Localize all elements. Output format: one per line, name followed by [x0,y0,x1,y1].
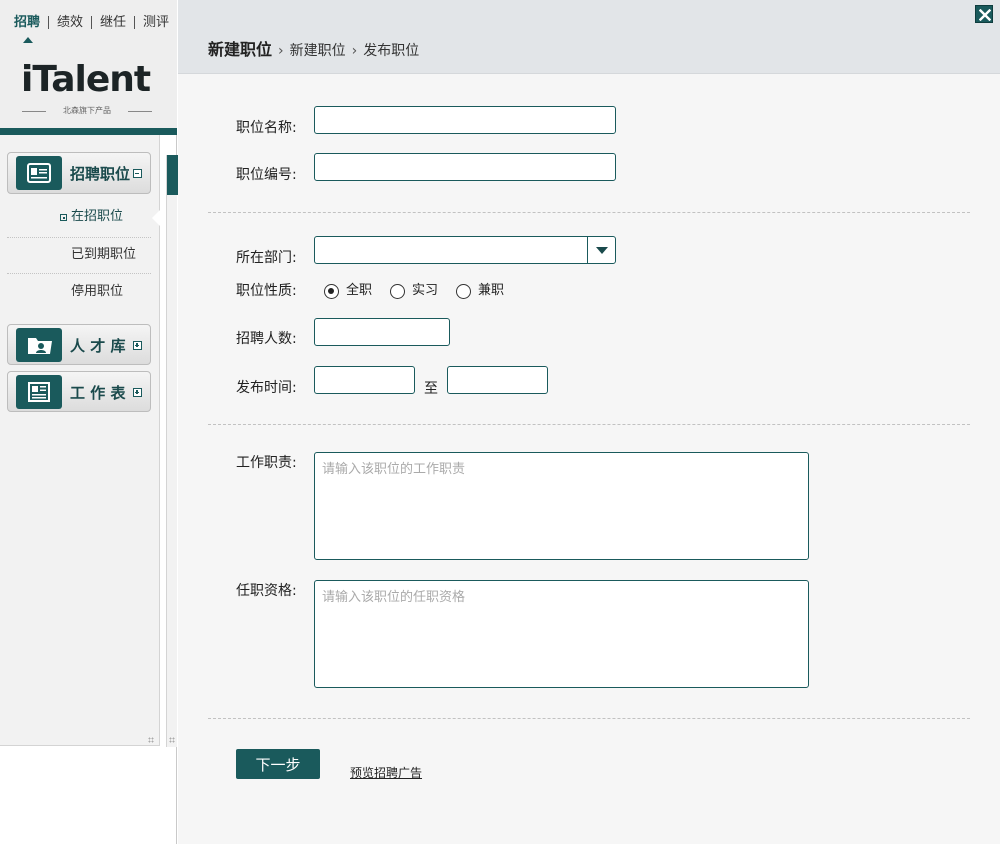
sidebar-item-label: 已到期职位 [71,247,137,262]
module-nav: 招聘 绩效 继任 测评 [0,0,177,44]
publish-start-input[interactable] [314,366,415,394]
page-title: 新建职位 [208,40,273,59]
radio-label: 全职 [346,283,373,298]
bullet-icon [60,214,67,221]
breadcrumb-step-2: 发布职位 [363,43,420,59]
chevron-down-icon[interactable] [587,237,615,263]
chevron-right-icon: › [351,43,358,59]
publish-end-input[interactable] [447,366,548,394]
id-card-icon [16,156,62,190]
position-code-label: 职位编号: [236,167,297,183]
position-code-input[interactable] [314,153,616,181]
radio-circle[interactable] [324,284,339,299]
department-select[interactable] [314,236,616,264]
qualifications-label: 任职资格: [236,583,297,599]
worksheet-icon [16,375,62,409]
chevron-right-icon: › [278,43,284,59]
department-label: 所在部门: [236,250,297,266]
position-nature-label: 职位性质: [236,283,297,299]
nav-performance[interactable]: 绩效 [57,15,83,31]
headcount-label: 招聘人数: [236,331,297,347]
section-divider [208,718,970,719]
collapse-icon[interactable] [133,169,142,178]
sidebar-item-active-positions[interactable]: 在招职位 [7,199,151,235]
sidebar-item-disabled-positions[interactable]: 停用职位 [7,274,151,310]
duties-textarea[interactable] [314,452,809,560]
resize-grip[interactable] [148,737,154,743]
section-divider [208,424,970,425]
radio-circle[interactable] [390,284,405,299]
close-icon [979,9,991,21]
breadcrumb-step-1: 新建职位 [289,43,346,59]
sidebar-section-label: 工 作 表 [70,384,126,402]
radio-fulltime[interactable]: 全职 [324,283,374,300]
logo-brand: iTalent [21,59,151,100]
publish-time-label: 发布时间: [236,380,297,396]
expand-icon[interactable] [133,341,142,350]
sidebar-item-label: 在招职位 [71,209,124,224]
radio-label: 实习 [412,283,439,298]
position-name-label: 职位名称: [236,120,297,136]
secondary-panel-strip [166,155,178,747]
sidebar-section-positions[interactable]: 招聘职位 [7,152,151,194]
sidebar-item-label: 停用职位 [71,284,124,299]
sidebar: 招聘 绩效 继任 测评 iTalent 北森旗下产品 招聘职位 在招职位 已到期… [0,0,178,844]
duties-label: 工作职责: [236,455,297,471]
nav-succession[interactable]: 继任 [100,15,126,31]
preview-ad-link[interactable]: 预览招聘广告 [350,764,422,781]
logo-tagline: 北森旗下产品 [22,105,152,117]
new-position-panel: 新建职位 › 新建职位 › 发布职位 职位名称: 职位编号: 所在部门: 职位性质: 全… [178,0,1000,844]
header-divider-bar [0,128,177,135]
active-item-pointer [152,210,160,226]
folder-person-icon [16,328,62,362]
nav-recruit[interactable]: 招聘 [14,15,40,31]
nav-separator [134,16,135,29]
sidebar-section-talent-pool[interactable]: 人 才 库 [7,324,151,365]
sidebar-item-expired-positions[interactable]: 已到期职位 [7,237,151,273]
headcount-input[interactable] [314,318,450,346]
close-button[interactable] [975,5,993,23]
section-divider [208,212,970,213]
sidebar-section-worksheet[interactable]: 工 作 表 [7,371,151,412]
radio-label: 兼职 [478,283,505,298]
expand-icon[interactable] [133,388,142,397]
breadcrumb: 新建职位 › 新建职位 › 发布职位 [208,40,419,61]
radio-internship[interactable]: 实习 [390,283,440,300]
panel-tab[interactable] [167,155,178,195]
radio-parttime[interactable]: 兼职 [456,283,506,300]
panel-header: 新建职位 › 新建职位 › 发布职位 [178,0,1000,74]
position-name-input[interactable] [314,106,616,134]
radio-circle[interactable] [456,284,471,299]
nav-separator [48,16,49,29]
active-nav-caret [23,37,33,43]
sidebar-section-label: 招聘职位 [70,165,131,183]
logo: iTalent 北森旗下产品 [0,44,177,128]
next-step-button[interactable]: 下一步 [236,749,320,779]
date-range-separator: 至 [424,381,438,397]
qualifications-textarea[interactable] [314,580,809,688]
sidebar-section-label: 人 才 库 [70,337,126,355]
nav-separator [91,16,92,29]
resize-grip[interactable] [169,737,175,743]
nav-assessment[interactable]: 测评 [143,15,169,31]
